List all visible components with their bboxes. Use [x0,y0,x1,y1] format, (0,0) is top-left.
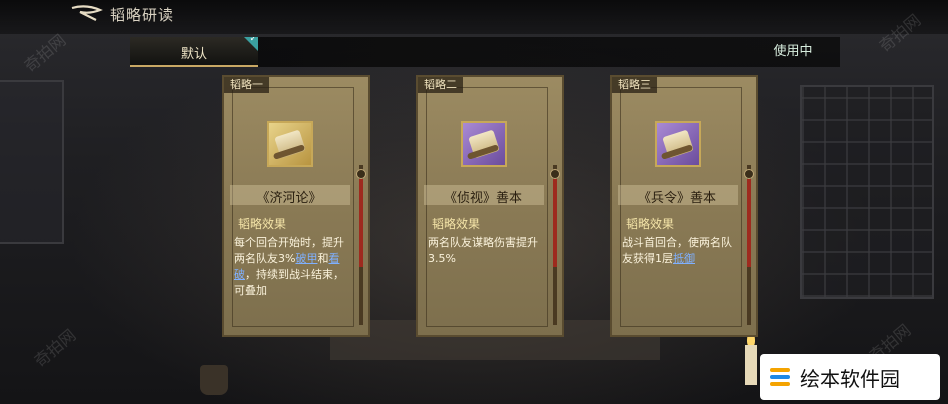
keyword-link[interactable]: 抵御 [673,252,695,265]
effect-text-part: 和 [317,252,329,265]
logo-mark-icon [770,368,790,386]
effect-title: 韬略效果 [626,217,675,231]
effect-text: 两名队友谋略伤害提升3.5% [428,235,542,267]
bamboo-scroll-icon[interactable] [267,121,313,167]
effect-text-part: ，持续到战斗结束，可叠加 [234,268,344,297]
background-window-right [800,85,934,299]
card-tag: 韬略三 [612,77,657,93]
candle [745,345,757,385]
effect-text: 每个回合开始时，提升两名队友3%破甲和看破，持续到战斗结束，可叠加 [234,235,348,299]
scroll-icon[interactable] [461,121,507,167]
scrollbar-fill [553,179,557,267]
incense-burner [200,365,228,395]
top-bar: 韬略研读 [0,0,948,34]
scrollbar-knob[interactable] [550,169,560,179]
background-window-left [0,80,64,244]
item-name: 《济河论》 [256,191,322,206]
effect-text: 战斗首回合，使两名队友获得1层抵御 [622,235,736,267]
card-scrollbar[interactable] [356,157,366,327]
effect-text-part: 两名队友谋略伤害提升3.5% [428,236,538,265]
scrollbar-fill [359,179,363,267]
strategy-tab-bar: 默认 ✓ [130,37,840,67]
strategy-card-1[interactable]: 韬略一 《济河论》 韬略效果 每个回合开始时，提升两名队友3%破甲和看破，持续到… [222,75,370,337]
effect-title: 韬略效果 [238,217,287,231]
card-scrollbar[interactable] [550,157,560,327]
strategy-card-3[interactable]: 韬略三 《兵令》善本 韬略效果 战斗首回合，使两名队友获得1层抵御 [610,75,758,337]
page-title: 韬略研读 [110,6,175,24]
strategy-card-2[interactable]: 韬略二 《侦视》善本 韬略效果 两名队友谋略伤害提升3.5% [416,75,564,337]
keyword-link[interactable]: 破甲 [295,252,317,265]
site-logo: 绘本软件园 [760,354,940,400]
card-tag: 韬略二 [418,77,463,93]
card-scrollbar[interactable] [744,157,754,327]
scrollbar-knob[interactable] [744,169,754,179]
item-name: 《兵令》善本 [637,191,716,206]
tab-default[interactable]: 默认 ✓ [130,37,258,67]
scrollbar-knob[interactable] [356,169,366,179]
tab-default-label: 默认 [180,47,207,62]
card-tag: 韬略一 [224,77,269,93]
logo-text: 绘本软件园 [800,367,900,391]
scroll-icon[interactable] [655,121,701,167]
scrollbar-fill [747,179,751,267]
in-use-button[interactable]: 使用中 [763,39,823,65]
back-arrow-icon[interactable] [70,4,104,24]
item-name: 《侦视》善本 [443,191,522,206]
effect-title: 韬略效果 [432,217,481,231]
